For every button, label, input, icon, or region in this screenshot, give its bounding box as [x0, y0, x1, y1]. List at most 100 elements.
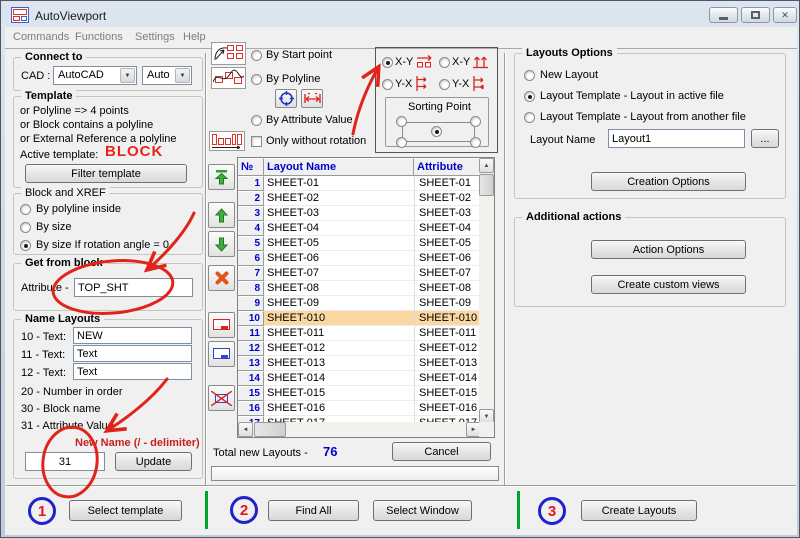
maximize-icon	[751, 11, 760, 19]
radio-new-layout[interactable]	[524, 70, 535, 81]
cancel-button[interactable]: Cancel	[392, 442, 491, 461]
cell-layout-name: SHEET-010	[264, 311, 414, 326]
table-row[interactable]: 16SHEET-016SHEET-016	[238, 401, 481, 416]
radio-sort-yx-1[interactable]	[382, 79, 393, 90]
vscroll-thumb[interactable]	[479, 174, 494, 196]
delete-row-button[interactable]	[208, 265, 235, 291]
crossed-viewport-button[interactable]	[208, 385, 235, 411]
create-custom-views-button[interactable]: Create custom views	[591, 275, 746, 294]
layout-name-input[interactable]	[608, 129, 745, 148]
create-layouts-button[interactable]: Create Layouts	[581, 500, 697, 521]
attribute-input[interactable]	[74, 278, 193, 297]
radio-sort-xy-1[interactable]	[382, 57, 393, 68]
find-all-button[interactable]: Find All	[268, 500, 359, 521]
table-row[interactable]: 10SHEET-010SHEET-010	[238, 311, 481, 326]
viewport-blue-button[interactable]	[208, 341, 235, 367]
minimize-button[interactable]	[709, 7, 738, 23]
table-row[interactable]: 1SHEET-01SHEET-01	[238, 176, 481, 191]
select-template-button[interactable]: Select template	[69, 500, 182, 521]
radio-by-size-if-rotation[interactable]	[20, 240, 31, 251]
radio-sort-yx-1-label: Y-X	[395, 78, 412, 91]
sorting-point-bottom-right[interactable]	[470, 137, 481, 148]
sorting-point-top-right[interactable]	[470, 116, 481, 127]
radio-sort-yx-2[interactable]	[439, 79, 450, 90]
table-row[interactable]: 6SHEET-06SHEET-06	[238, 251, 481, 266]
radio-sort-xy-2[interactable]	[439, 57, 450, 68]
table-vscrollbar[interactable]: ▲ ▼	[479, 158, 494, 424]
cell-layout-name: SHEET-01	[264, 176, 414, 191]
hscroll-thumb[interactable]	[254, 422, 286, 437]
table-row[interactable]: 11SHEET-011SHEET-011	[238, 326, 481, 341]
scroll-up-icon[interactable]: ▲	[479, 158, 494, 173]
total-layouts-label: Total new Layouts -	[213, 447, 308, 460]
radio-by-start-point[interactable]	[251, 50, 262, 61]
radio-by-size[interactable]	[20, 222, 31, 233]
pick-center-button[interactable]	[275, 89, 297, 108]
chevron-down-icon[interactable]: ▼	[120, 68, 135, 83]
filter-template-button[interactable]: Filter template	[25, 164, 187, 183]
table-row[interactable]: 5SHEET-05SHEET-05	[238, 236, 481, 251]
table-row[interactable]: 7SHEET-07SHEET-07	[238, 266, 481, 281]
maximize-button[interactable]	[741, 7, 770, 23]
sorting-point-bottom-left[interactable]	[396, 137, 407, 148]
radio-layout-template-active[interactable]	[524, 91, 535, 102]
menu-commands[interactable]: Commands	[13, 31, 69, 43]
creation-options-button[interactable]: Creation Options	[591, 172, 746, 191]
menu-help[interactable]: Help	[183, 31, 206, 43]
update-button[interactable]: Update	[115, 452, 192, 471]
sorting-point-top-left[interactable]	[396, 116, 407, 127]
radio-layout-template-another[interactable]	[524, 112, 535, 123]
menu-functions[interactable]: Functions	[75, 31, 123, 43]
move-up-button[interactable]	[208, 202, 235, 228]
name-code-input[interactable]	[25, 452, 105, 471]
table-row[interactable]: 12SHEET-012SHEET-012	[238, 341, 481, 356]
cell-layout-name: SHEET-014	[264, 371, 414, 386]
text10-label: 10 - Text:	[21, 331, 66, 344]
table-row[interactable]: 3SHEET-03SHEET-03	[238, 206, 481, 221]
group-block-xref-title: Block and XREF	[21, 187, 110, 199]
layouts-table: № Layout Name Attribute 1SHEET-01SHEET-0…	[237, 157, 495, 438]
menu-settings[interactable]: Settings	[135, 31, 175, 43]
header-number[interactable]: №	[238, 158, 264, 176]
cell-attribute: SHEET-016	[414, 401, 481, 416]
chevron-down-icon[interactable]: ▼	[175, 68, 190, 83]
table-row[interactable]: 4SHEET-04SHEET-04	[238, 221, 481, 236]
header-attribute[interactable]: Attribute	[414, 158, 481, 176]
move-to-top-button[interactable]	[208, 164, 235, 190]
table-row[interactable]: 13SHEET-013SHEET-013	[238, 356, 481, 371]
table-row[interactable]: 14SHEET-014SHEET-014	[238, 371, 481, 386]
text10-input[interactable]	[73, 327, 192, 344]
move-down-button[interactable]	[208, 231, 235, 257]
row-number: 3	[238, 206, 264, 221]
pick-width-button[interactable]	[301, 89, 323, 108]
radio-by-attribute-value[interactable]	[251, 115, 262, 126]
red-viewport-icon	[212, 318, 231, 332]
table-row[interactable]: 9SHEET-09SHEET-09	[238, 296, 481, 311]
radio-by-polyline-inside[interactable]	[20, 204, 31, 215]
cad-combobox[interactable]: AutoCAD ▼	[53, 66, 137, 85]
text12-input[interactable]	[73, 363, 192, 380]
row-number: 12	[238, 341, 264, 356]
text11-input[interactable]	[73, 345, 192, 362]
radio-by-polyline[interactable]	[251, 74, 262, 85]
select-window-button[interactable]: Select Window	[373, 500, 472, 521]
table-hscrollbar[interactable]: ◄ ►	[238, 422, 481, 437]
action-options-button[interactable]: Action Options	[591, 240, 746, 259]
cell-layout-name: SHEET-013	[264, 356, 414, 371]
viewport-red-button[interactable]	[208, 312, 235, 338]
browse-layout-button[interactable]: ...	[751, 129, 779, 148]
cell-attribute: SHEET-08	[414, 281, 481, 296]
scroll-left-icon[interactable]: ◄	[238, 422, 253, 437]
mode-combobox[interactable]: Auto ▼	[142, 66, 192, 85]
cell-layout-name: SHEET-012	[264, 341, 414, 356]
table-row[interactable]: 15SHEET-015SHEET-015	[238, 386, 481, 401]
table-row[interactable]: 2SHEET-02SHEET-02	[238, 191, 481, 206]
group-connect-title: Connect to	[21, 51, 86, 63]
scroll-corner	[479, 422, 494, 437]
header-layout-name[interactable]: Layout Name	[264, 158, 414, 176]
new-name-note: New Name (/ - delimiter)	[75, 437, 200, 450]
close-button[interactable]: ✕	[773, 7, 797, 23]
sorting-point-center[interactable]	[431, 126, 442, 137]
only-without-rotation-checkbox[interactable]	[251, 136, 262, 147]
table-row[interactable]: 8SHEET-08SHEET-08	[238, 281, 481, 296]
